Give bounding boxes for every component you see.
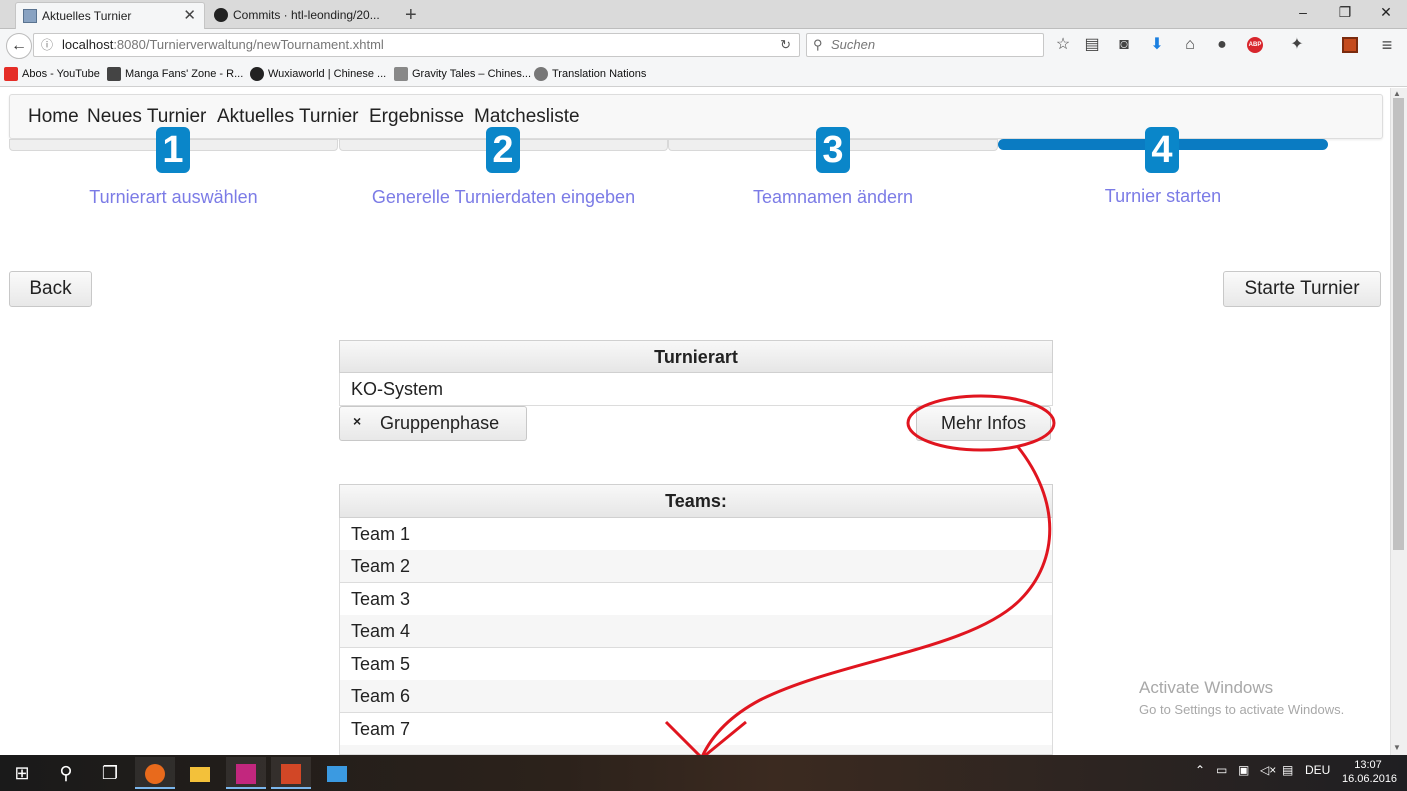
- search-icon[interactable]: ⚲: [46, 757, 86, 789]
- scroll-down-icon[interactable]: ▼: [1393, 743, 1401, 752]
- firefox-icon[interactable]: [135, 757, 175, 789]
- clock-time[interactable]: 13:07: [1342, 759, 1394, 771]
- notification-icon[interactable]: ▤: [1282, 763, 1293, 777]
- scroll-up-icon[interactable]: ▲: [1393, 89, 1401, 98]
- activate-windows-subtitle: Go to Settings to activate Windows.: [1139, 702, 1345, 717]
- activate-windows-title: Activate Windows: [1139, 678, 1274, 697]
- powerpoint-icon[interactable]: [271, 757, 311, 789]
- scrollbar-thumb[interactable]: [1393, 98, 1404, 550]
- tray-overflow-icon[interactable]: ⌃: [1195, 763, 1205, 777]
- clock-date[interactable]: 16.06.2016: [1342, 773, 1397, 785]
- intellij-icon[interactable]: [226, 757, 266, 789]
- language-indicator[interactable]: DEU: [1305, 763, 1330, 777]
- windows-start-icon[interactable]: ⊞: [2, 757, 42, 789]
- app-window-icon[interactable]: [317, 757, 357, 789]
- annotation-arrow-head: [664, 720, 747, 761]
- volume-icon[interactable]: ◁×: [1260, 763, 1276, 777]
- annotation-arrow-curve: [700, 446, 1052, 758]
- task-view-icon[interactable]: ❐: [90, 757, 130, 789]
- red-annotation: [664, 394, 1056, 761]
- annotation-ellipse: [906, 394, 1056, 452]
- battery-icon[interactable]: ▭: [1216, 763, 1227, 777]
- file-explorer-icon[interactable]: [180, 757, 220, 789]
- network-icon[interactable]: ▣: [1238, 763, 1249, 777]
